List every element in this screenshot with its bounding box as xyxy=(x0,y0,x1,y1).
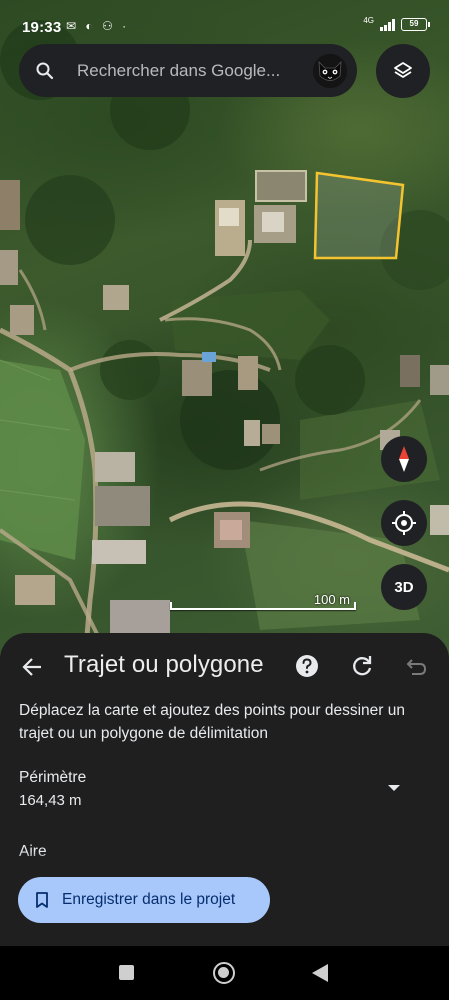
refresh-button[interactable] xyxy=(349,653,375,679)
panel-fade xyxy=(0,851,449,871)
panel-description: Déplacez la carte et ajoutez des points … xyxy=(19,702,406,742)
compass-icon xyxy=(399,446,409,472)
undo-icon xyxy=(406,659,427,675)
perimeter-value: 164,43 m xyxy=(19,792,82,809)
compass-button[interactable] xyxy=(381,436,427,482)
status-bar: 19:33 ✉ ◐ ⚇ · 4G 59 xyxy=(0,0,449,40)
status-indicators: 4G 59 xyxy=(363,16,430,31)
perimeter-label: Périmètre xyxy=(19,769,87,786)
avatar[interactable] xyxy=(313,53,347,88)
help-icon xyxy=(296,655,318,677)
notification-icons: ✉ ◐ ⚇ · xyxy=(66,19,130,33)
save-button-label: Enregistrer dans le projet xyxy=(62,891,236,908)
drawn-polygon xyxy=(313,171,405,260)
system-nav-bar xyxy=(0,946,449,1000)
network-type: 4G xyxy=(363,16,374,25)
help-button[interactable] xyxy=(294,653,320,679)
home-icon[interactable] xyxy=(213,962,235,984)
path-polygon-panel: Trajet ou polygone Déplacez la carte et … xyxy=(0,633,449,946)
map-scale: 100 m xyxy=(170,590,356,614)
search-icon[interactable] xyxy=(19,44,71,97)
undo-button[interactable] xyxy=(403,653,429,679)
cat-face-icon xyxy=(313,53,347,88)
refresh-icon xyxy=(353,656,372,676)
layers-icon xyxy=(394,62,412,78)
signal-icon xyxy=(380,18,395,31)
dropdown-arrow-icon xyxy=(388,785,400,791)
battery-icon: 59 xyxy=(401,18,430,31)
save-to-project-button[interactable]: Enregistrer dans le projet xyxy=(18,877,270,923)
3d-toggle-button[interactable]: 3D xyxy=(381,564,427,610)
status-time: 19:33 xyxy=(22,19,62,36)
map-imagery xyxy=(0,20,449,660)
panel-title: Trajet ou polygone xyxy=(64,651,264,678)
back-triangle-icon[interactable] xyxy=(312,964,328,982)
arrow-back-icon xyxy=(22,658,41,676)
back-button[interactable] xyxy=(16,651,48,683)
search-bar[interactable] xyxy=(19,44,357,97)
satellite-map[interactable] xyxy=(0,0,449,660)
units-dropdown[interactable] xyxy=(384,781,404,795)
search-input[interactable] xyxy=(71,60,313,81)
layers-button[interactable] xyxy=(376,44,430,98)
my-location-icon xyxy=(392,511,416,535)
perimeter-metric: Périmètre 164,43 m xyxy=(19,769,419,809)
my-location-button[interactable] xyxy=(381,500,427,546)
bookmark-icon xyxy=(36,892,48,908)
scale-bar xyxy=(170,602,356,610)
recents-icon[interactable] xyxy=(119,965,134,980)
panel-header: Trajet ou polygone xyxy=(0,633,449,699)
